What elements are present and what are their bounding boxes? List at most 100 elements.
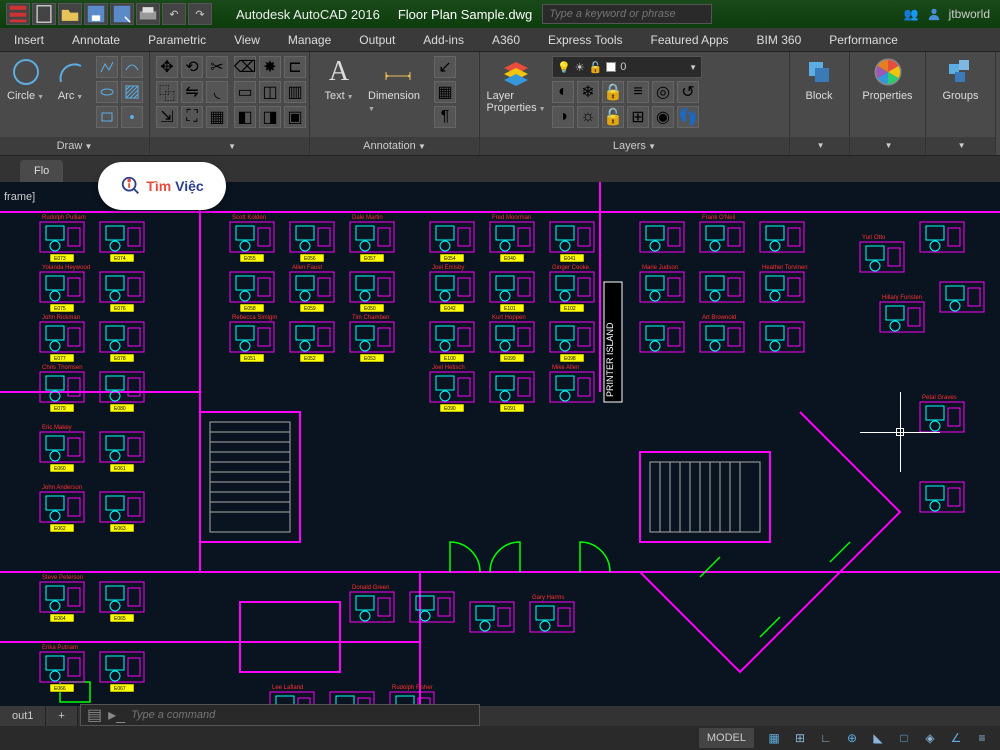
fillet-icon[interactable]: ◟	[206, 81, 228, 103]
save-icon[interactable]	[84, 3, 108, 25]
panel-groups-title[interactable]	[926, 137, 995, 155]
undo-icon[interactable]: ↶	[162, 3, 186, 25]
erase-icon[interactable]: ⌫	[234, 56, 256, 78]
add-layout-button[interactable]: +	[46, 706, 77, 726]
tab-view[interactable]: View	[220, 28, 274, 51]
layout-tab[interactable]: out1	[0, 706, 46, 726]
mirror-icon[interactable]: ⇋	[181, 81, 203, 103]
tool6-icon[interactable]: ▥	[284, 81, 306, 103]
explode-icon[interactable]: ✸	[259, 56, 281, 78]
tab-bim360[interactable]: BIM 360	[743, 28, 816, 51]
layer-uniso-icon[interactable]: ◉	[652, 106, 674, 128]
username[interactable]: jtbworld	[949, 7, 990, 21]
layer-off-icon[interactable]: ◐	[552, 81, 574, 103]
properties-button[interactable]: Properties	[856, 56, 919, 102]
layer-freeze-icon[interactable]: ❄	[577, 81, 599, 103]
layer-prev-icon[interactable]: ↺	[677, 81, 699, 103]
offset-icon[interactable]: ⊏	[284, 56, 306, 78]
scale-icon[interactable]: ⛶	[181, 106, 203, 128]
command-history-icon[interactable]: ▤	[87, 705, 102, 725]
layer-iso-icon[interactable]: ◎	[652, 81, 674, 103]
signin-icon[interactable]: 👥	[904, 7, 919, 21]
table-icon[interactable]: ▦	[434, 81, 456, 103]
layer-match-icon[interactable]: ≡	[627, 81, 649, 103]
ribbon: Circle Arc Draw ✥ ⟲ ✂ ⿻	[0, 52, 1000, 156]
tab-insert[interactable]: Insert	[0, 28, 58, 51]
drawing-canvas[interactable]: PRINTER ISLAND Rudolph PulliamE073E074Yo…	[0, 182, 1000, 706]
panel-properties: Properties	[850, 52, 926, 155]
move-icon[interactable]: ✥	[156, 56, 178, 78]
otrack-toggle-icon[interactable]: ∠	[944, 728, 968, 748]
layer-unlock-icon[interactable]: 🔓	[602, 106, 624, 128]
command-input[interactable]	[131, 709, 473, 721]
saveas-icon[interactable]	[110, 3, 134, 25]
app-menu-button[interactable]	[6, 3, 30, 25]
circle-button[interactable]: Circle	[6, 56, 45, 102]
snap-toggle-icon[interactable]: ⊞	[788, 728, 812, 748]
tab-a360[interactable]: A360	[478, 28, 534, 51]
tool5-icon[interactable]: ◫	[259, 81, 281, 103]
tab-annotate[interactable]: Annotate	[58, 28, 134, 51]
polyline-icon[interactable]	[96, 56, 118, 78]
tab-manage[interactable]: Manage	[274, 28, 345, 51]
layer-dropdown[interactable]: 💡 ☀ 🔓 0	[552, 56, 702, 78]
rectangle-icon[interactable]	[96, 106, 118, 128]
command-line[interactable]: ▤ ▸_	[80, 704, 480, 726]
leader-icon[interactable]: ↙	[434, 56, 456, 78]
ortho-toggle-icon[interactable]: ∟	[814, 728, 838, 748]
layer-thaw-icon[interactable]: ☼	[577, 106, 599, 128]
tool4-icon[interactable]: ▭	[234, 81, 256, 103]
panel-block-title[interactable]	[790, 137, 849, 155]
layer-lock-icon[interactable]: 🔒	[602, 81, 624, 103]
panel-annotation-title[interactable]: Annotation	[310, 137, 479, 155]
tab-addins[interactable]: Add-ins	[409, 28, 478, 51]
svg-text:E064: E064	[54, 616, 66, 622]
search-input[interactable]	[542, 4, 712, 24]
layer-on-icon[interactable]: ◑	[552, 106, 574, 128]
layer-properties-button[interactable]: Layer Properties	[486, 56, 546, 114]
plot-icon[interactable]	[136, 3, 160, 25]
rotate-icon[interactable]: ⟲	[181, 56, 203, 78]
panel-block: Block	[790, 52, 850, 155]
panel-modify-title[interactable]	[150, 137, 309, 155]
point-icon[interactable]	[121, 106, 143, 128]
lineweight-icon[interactable]: ≡	[970, 728, 994, 748]
isodraft-icon[interactable]: ◣	[866, 728, 890, 748]
arc-button[interactable]: Arc	[51, 56, 90, 102]
grid-toggle-icon[interactable]: ▦	[762, 728, 786, 748]
tab-express[interactable]: Express Tools	[534, 28, 636, 51]
model-button[interactable]: MODEL	[699, 728, 754, 748]
dimension-button[interactable]: Dimension	[368, 56, 428, 114]
array-icon[interactable]: ▦	[206, 106, 228, 128]
groups-button[interactable]: Groups	[932, 56, 989, 102]
mtext-icon[interactable]: ¶	[434, 106, 456, 128]
infocenter-search[interactable]	[542, 4, 712, 24]
layer-state-icon[interactable]: ⊞	[627, 106, 649, 128]
polar-toggle-icon[interactable]: ⊕	[840, 728, 864, 748]
hatch-icon[interactable]	[121, 81, 143, 103]
open-icon[interactable]	[58, 3, 82, 25]
panel-draw-title[interactable]: Draw	[0, 137, 149, 155]
osnap-toggle-icon[interactable]: □	[892, 728, 916, 748]
tab-output[interactable]: Output	[345, 28, 409, 51]
tab-performance[interactable]: Performance	[815, 28, 912, 51]
tool9-icon[interactable]: ▣	[284, 106, 306, 128]
copy-icon[interactable]: ⿻	[156, 81, 178, 103]
stretch-icon[interactable]: ⇲	[156, 106, 178, 128]
text-button[interactable]: A Text	[316, 56, 362, 102]
ellipse-icon[interactable]	[96, 81, 118, 103]
panel-properties-title[interactable]	[850, 137, 925, 155]
file-tab[interactable]: Flo	[20, 160, 63, 182]
block-button[interactable]: Block	[796, 56, 842, 102]
3dosnap-icon[interactable]: ◈	[918, 728, 942, 748]
trim-icon[interactable]: ✂	[206, 56, 228, 78]
tab-parametric[interactable]: Parametric	[134, 28, 220, 51]
tool7-icon[interactable]: ◧	[234, 106, 256, 128]
spline-icon[interactable]	[121, 56, 143, 78]
layer-walk-icon[interactable]: 👣	[677, 106, 699, 128]
new-icon[interactable]	[32, 3, 56, 25]
tab-featured[interactable]: Featured Apps	[636, 28, 742, 51]
redo-icon[interactable]: ↷	[188, 3, 212, 25]
tool8-icon[interactable]: ◨	[259, 106, 281, 128]
panel-layers-title[interactable]: Layers	[480, 137, 789, 155]
